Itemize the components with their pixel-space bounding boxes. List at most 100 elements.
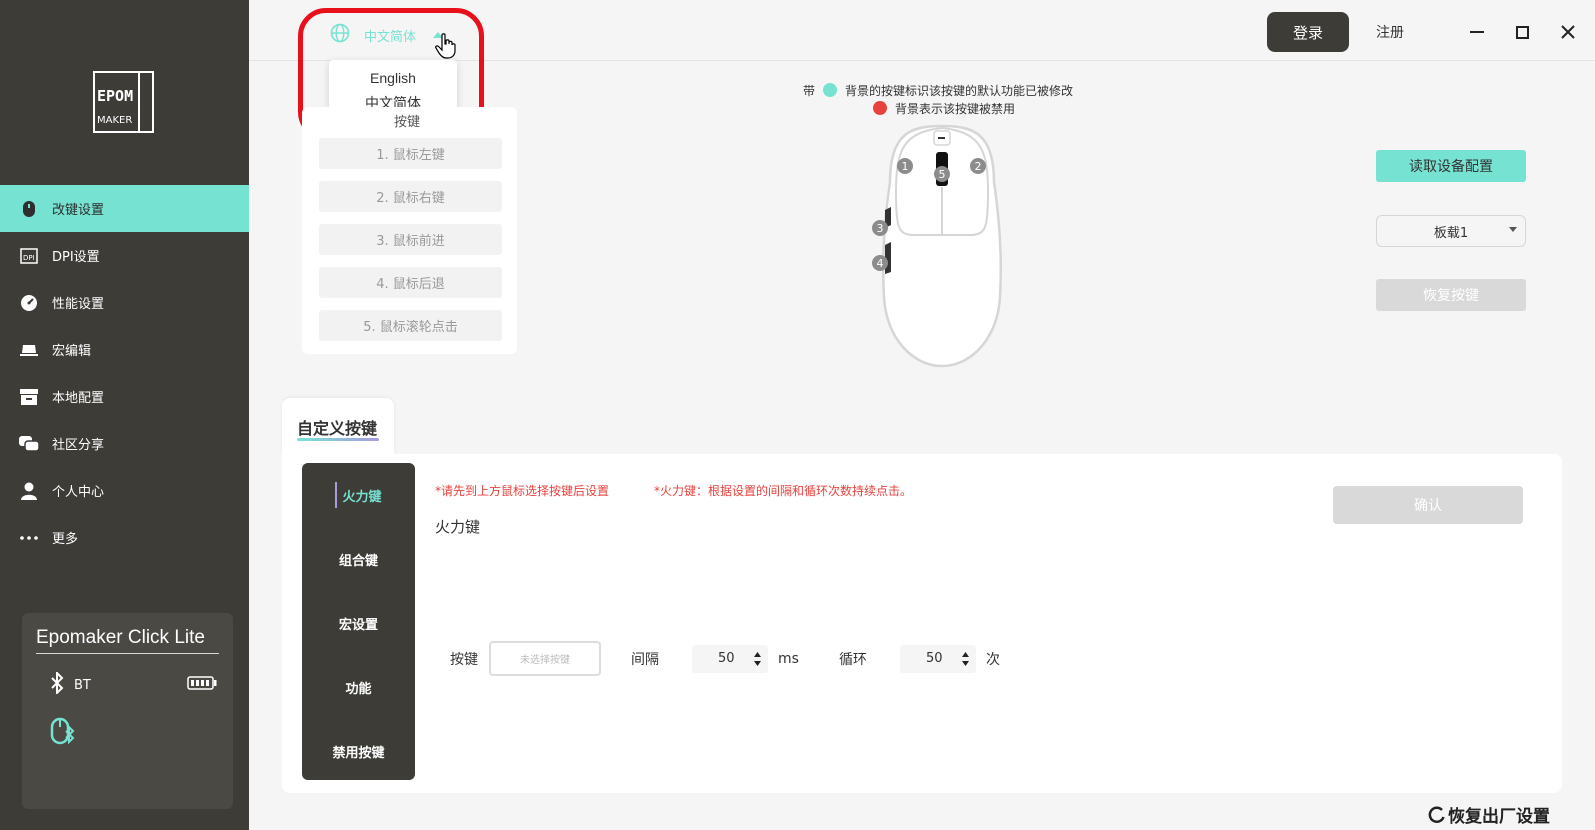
legend-disabled-text: 背景表示该按键被禁用	[895, 101, 1016, 116]
sidebar-item-label: DPI设置	[52, 250, 100, 265]
section-title: 火力键	[435, 518, 481, 536]
sidebar-item-key-settings[interactable]: 改键设置	[0, 185, 249, 232]
archive-box-icon	[19, 387, 39, 407]
tab-custom-keys-label: 自定义按键	[297, 419, 378, 438]
bluetooth-icon	[50, 670, 64, 698]
sidebar-nav: 改键设置 DPI DPI设置 性能设置 宏编辑 本地配置 社区分享 个人中心 更…	[0, 185, 249, 561]
connection-label: BT	[74, 677, 91, 693]
key-item-back-button[interactable]: 4. 鼠标后退	[319, 267, 502, 298]
battery-icon	[187, 676, 217, 694]
key-item-right-button[interactable]: 2. 鼠标右键	[319, 181, 502, 212]
loop-stepper[interactable]: 50	[899, 644, 976, 673]
modified-dot	[823, 83, 838, 97]
disabled-dot	[873, 101, 887, 115]
device-status-row: BT	[36, 670, 219, 698]
function-subnav: 火力键 组合键 宏设置 功能 禁用按键	[302, 463, 415, 780]
key-label: 按键	[450, 651, 478, 668]
interval-unit: ms	[778, 650, 799, 667]
register-link[interactable]: 注册	[1376, 22, 1404, 42]
interval-stepper[interactable]: 50	[692, 644, 768, 673]
mouse-icon	[19, 199, 39, 219]
minimize-icon[interactable]	[1467, 22, 1487, 42]
custom-key-content: 火力键 组合键 宏设置 功能 禁用按键 *请先到上方鼠标选择按键后设置 *火力键…	[282, 454, 1562, 793]
language-option-english[interactable]: English	[329, 66, 457, 91]
key-list-title: 按键	[394, 115, 421, 130]
globe-icon	[330, 23, 350, 47]
read-config-button[interactable]: 读取设备配置	[1376, 150, 1526, 182]
sidebar-item-label: 社区分享	[52, 438, 105, 453]
sidebar-item-label: 改键设置	[52, 203, 105, 218]
select-key-hint: *请先到上方鼠标选择按键后设置	[435, 484, 610, 498]
caret-down-icon	[1509, 227, 1517, 232]
sidebar: EPOM MAKER 改键设置 DPI DPI设置 性能设置 宏编辑 本地配置 …	[0, 0, 249, 830]
spinner-arrows-icon[interactable]	[754, 651, 761, 670]
device-name: Epomaker Click Lite	[36, 627, 219, 654]
sidebar-item-dpi[interactable]: DPI DPI设置	[0, 232, 249, 279]
svg-text:MAKER: MAKER	[97, 115, 132, 126]
interval-label: 间隔	[631, 651, 659, 668]
svg-text:DPI: DPI	[23, 254, 35, 262]
epomaker-logo: EPOM MAKER	[93, 71, 155, 133]
sidebar-item-local-config[interactable]: 本地配置	[0, 373, 249, 420]
subnav-item-function[interactable]: 功能	[302, 655, 415, 719]
svg-text:1: 1	[902, 160, 909, 173]
svg-text:EPOM: EPOM	[97, 87, 133, 105]
subnav-item-combo-key[interactable]: 组合键	[302, 527, 415, 591]
svg-text:4: 4	[877, 257, 884, 270]
close-icon[interactable]	[1558, 22, 1578, 42]
loop-unit: 次	[985, 651, 1000, 668]
tab-custom-keys[interactable]: 自定义按键	[282, 398, 394, 454]
sidebar-item-more[interactable]: 更多	[0, 514, 249, 561]
sidebar-item-label: 更多	[52, 532, 79, 547]
sidebar-item-label: 性能设置	[52, 297, 105, 312]
login-button[interactable]: 登录	[1267, 12, 1349, 52]
sidebar-item-label: 宏编辑	[52, 344, 92, 359]
svg-text:2: 2	[975, 160, 982, 173]
language-current: 中文简体	[364, 29, 417, 45]
board-select[interactable]: 板载1	[1376, 215, 1526, 247]
mouse-button-marker-3[interactable]: 3	[872, 220, 888, 236]
key-list-panel: 按键 1. 鼠标左键 2. 鼠标右键 3. 鼠标前进 4. 鼠标后退 5. 鼠标…	[302, 107, 517, 354]
board-select-value: 板载1	[1433, 225, 1469, 241]
sidebar-item-community[interactable]: 社区分享	[0, 420, 249, 467]
fire-key-form: 按键 未选择按键 间隔 50 ms 循环 50 次	[450, 641, 1000, 676]
key-legend: 带 背景的按键标识该按键的默认功能已被修改 背景表示该按键被禁用	[803, 81, 1073, 117]
active-indicator	[335, 482, 338, 508]
restore-keys-button[interactable]: 恢复按键	[1376, 279, 1526, 311]
fire-key-hint: *火力键：根据设置的间隔和循环次数持续点击。	[654, 484, 913, 498]
factory-reset-button[interactable]: 恢复出厂设置	[1428, 802, 1550, 827]
mouse-button-marker-2[interactable]: 2	[970, 158, 986, 174]
macro-icon	[19, 340, 39, 360]
subnav-item-fire-key[interactable]: 火力键	[302, 463, 415, 527]
legend-prefix: 带	[803, 83, 816, 98]
device-card: Epomaker Click Lite BT	[22, 613, 233, 809]
tab-underline	[297, 438, 379, 441]
mouse-button-marker-1[interactable]: 1	[897, 158, 913, 174]
svg-text:3: 3	[877, 222, 884, 235]
sidebar-item-label: 个人中心	[52, 485, 105, 500]
chat-bubbles-icon	[19, 434, 39, 454]
mouse-bluetooth-icon	[50, 716, 219, 750]
legend-disabled: 背景表示该按键被禁用	[873, 99, 1073, 117]
sidebar-item-profile[interactable]: 个人中心	[0, 467, 249, 514]
sidebar-item-macro[interactable]: 宏编辑	[0, 326, 249, 373]
key-item-left-button[interactable]: 1. 鼠标左键	[319, 138, 502, 169]
mouse-diagram: 1 2 3 4 5	[872, 122, 1012, 376]
spinner-arrows-icon[interactable]	[961, 651, 969, 670]
key-item-forward-button[interactable]: 3. 鼠标前进	[319, 224, 502, 255]
factory-reset-label: 恢复出厂设置	[1448, 807, 1550, 827]
interval-value: 50	[718, 651, 735, 666]
key-item-wheel-click[interactable]: 5. 鼠标滚轮点击	[319, 310, 502, 341]
more-dots-icon	[19, 528, 39, 548]
language-select[interactable]: 中文简体	[330, 23, 444, 47]
legend-modified-text: 背景的按键标识该按键的默认功能已被修改	[845, 83, 1074, 98]
refresh-icon	[1428, 806, 1445, 823]
confirm-button[interactable]: 确认	[1333, 486, 1523, 524]
subnav-item-macro[interactable]: 宏设置	[302, 591, 415, 655]
maximize-icon[interactable]	[1512, 22, 1532, 42]
mouse-button-marker-4[interactable]: 4	[872, 255, 888, 271]
subnav-item-disable-key[interactable]: 禁用按键	[302, 719, 415, 783]
sidebar-item-performance[interactable]: 性能设置	[0, 279, 249, 326]
mouse-button-marker-5[interactable]: 5	[934, 166, 950, 182]
key-select-input[interactable]: 未选择按键	[489, 641, 601, 676]
